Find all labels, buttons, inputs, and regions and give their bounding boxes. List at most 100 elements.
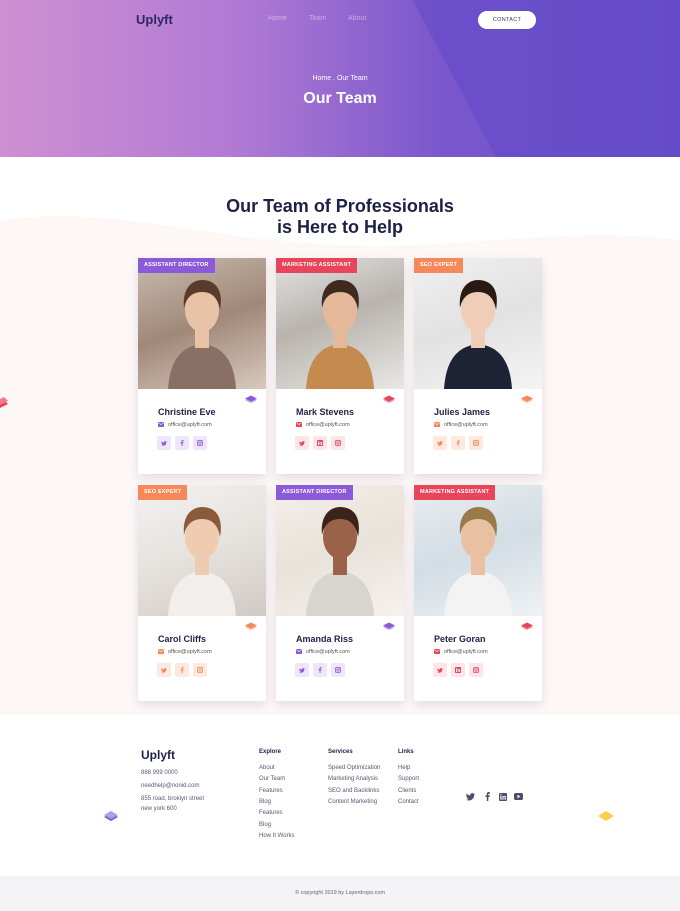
twitter-icon[interactable]	[433, 436, 447, 450]
instagram-icon[interactable]	[331, 663, 345, 677]
footer-links-heading: Links	[398, 749, 414, 755]
footer-link[interactable]: Our Team	[259, 776, 285, 782]
hero-banner: Uplyft Home Team About CONTACT Home . Ou…	[0, 0, 680, 157]
page-title: Our Team	[303, 90, 377, 107]
footer-link[interactable]: Support	[398, 776, 419, 782]
section-title-line-2: is Here to Help	[276, 217, 404, 237]
team-member-email[interactable]: office@uplyft.com	[168, 422, 212, 428]
team-card[interactable]: MARKETING ASSISTANT Mark Stevens office@up…	[276, 258, 404, 474]
team-card[interactable]: SEO EXPERT Julies James office@uplyft.com	[414, 258, 542, 474]
team-member-name: Christine Eve	[158, 407, 216, 417]
team-member-email-row[interactable]: office@uplyft.com	[434, 649, 488, 655]
breadcrumb: Home . Our Team	[312, 75, 368, 82]
twitter-icon[interactable]	[466, 792, 475, 801]
team-member-email-row[interactable]: office@uplyft.com	[434, 422, 488, 428]
twitter-icon[interactable]	[295, 436, 309, 450]
team-member-email[interactable]: office@uplyft.com	[168, 649, 212, 655]
team-member-email-row[interactable]: office@uplyft.com	[296, 649, 350, 655]
diamond-icon	[245, 395, 257, 403]
team-member-email[interactable]: office@uplyft.com	[444, 422, 488, 428]
footer-link[interactable]: Clients	[398, 788, 416, 794]
social-links	[433, 663, 483, 677]
footer-address-line-2: new york 600	[141, 806, 177, 812]
team-member-email-row[interactable]: office@uplyft.com	[158, 422, 212, 428]
team-member-email-row[interactable]: office@uplyft.com	[296, 422, 350, 428]
team-member-name: Julies James	[434, 407, 491, 417]
side-diamond-icon	[104, 811, 118, 821]
diamond-icon	[521, 395, 533, 403]
footer-link[interactable]: Help	[398, 765, 410, 771]
footer-services-heading: Services	[328, 749, 353, 755]
mail-icon	[158, 422, 164, 428]
team-card[interactable]: ASSISTANT DIRECTOR Amanda Riss office@uply…	[276, 485, 404, 701]
team-member-photo	[414, 485, 542, 616]
team-member-photo	[138, 258, 266, 389]
diamond-icon	[383, 622, 395, 630]
youtube-icon[interactable]	[514, 792, 523, 801]
instagram-icon[interactable]	[469, 663, 483, 677]
footer-link[interactable]: Blog	[259, 822, 271, 828]
social-links	[157, 663, 207, 677]
side-diamond-icon	[0, 397, 8, 408]
team-member-photo	[276, 258, 404, 389]
team-member-name: Carol Cliffs	[158, 634, 207, 644]
footer-link[interactable]: Blog	[259, 799, 271, 805]
team-member-email-row[interactable]: office@uplyft.com	[158, 649, 212, 655]
role-badge: MARKETING ASSISTANT	[414, 485, 496, 500]
team-card[interactable]: MARKETING ASSISTANT Peter Goran office@upl…	[414, 485, 542, 701]
footer-logo[interactable]: Uplyft	[141, 748, 175, 762]
twitter-icon[interactable]	[157, 663, 171, 677]
copyright: © copyright 2019 by Layerdrops.com	[295, 890, 385, 896]
diamond-icon	[521, 622, 533, 630]
footer-link[interactable]: How It Works	[259, 833, 295, 839]
instagram-icon[interactable]	[193, 436, 207, 450]
mail-icon	[296, 422, 302, 428]
instagram-icon[interactable]	[469, 436, 483, 450]
team-card[interactable]: ASSISTANT DIRECTOR Christine Eve office@up…	[138, 258, 266, 474]
team-member-name: Amanda Riss	[296, 634, 354, 644]
section-title-line-1: Our Team of Professionals	[226, 196, 454, 216]
footer-link[interactable]: Features	[259, 810, 283, 816]
linkedin-icon[interactable]	[451, 663, 465, 677]
linkedin-icon[interactable]	[498, 792, 507, 801]
social-links	[295, 436, 345, 450]
contact-button[interactable]: CONTACT	[478, 11, 536, 29]
footer-phone: 888 999 0000	[141, 770, 178, 776]
instagram-icon[interactable]	[331, 436, 345, 450]
facebook-icon[interactable]	[175, 663, 189, 677]
role-badge: SEO EXPERT	[138, 485, 188, 500]
footer-link[interactable]: SEO and Backlinks	[328, 788, 379, 794]
social-links	[295, 663, 345, 677]
footer-link[interactable]: Content Marketing	[328, 799, 377, 805]
diamond-icon	[383, 395, 395, 403]
linkedin-icon[interactable]	[313, 436, 327, 450]
facebook-icon[interactable]	[451, 436, 465, 450]
footer-link[interactable]: Marketing Analysis	[328, 776, 378, 782]
nav-about[interactable]: About	[348, 15, 366, 22]
footer-link[interactable]: Speed Optimization	[328, 765, 380, 771]
facebook-icon[interactable]	[313, 663, 327, 677]
twitter-icon[interactable]	[157, 436, 171, 450]
twitter-icon[interactable]	[295, 663, 309, 677]
social-links	[433, 436, 483, 450]
nav-home[interactable]: Home	[268, 15, 287, 22]
instagram-icon[interactable]	[193, 663, 207, 677]
mail-icon	[158, 649, 164, 655]
team-card[interactable]: SEO EXPERT Carol Cliffs office@uplyft.com	[138, 485, 266, 701]
footer-link[interactable]: Contact	[398, 799, 419, 805]
footer-link[interactable]: Features	[259, 788, 283, 794]
footer-link[interactable]: About	[259, 765, 275, 771]
facebook-icon[interactable]	[483, 792, 492, 801]
team-member-email[interactable]: office@uplyft.com	[444, 649, 488, 655]
nav-team[interactable]: Team	[309, 15, 326, 22]
mail-icon	[434, 649, 440, 655]
mail-icon	[296, 649, 302, 655]
logo[interactable]: Uplyft	[136, 12, 173, 27]
social-links	[157, 436, 207, 450]
footer-address-line-1: 855 road, broklyn street	[141, 796, 205, 802]
facebook-icon[interactable]	[175, 436, 189, 450]
team-member-email[interactable]: office@uplyft.com	[306, 422, 350, 428]
footer-email[interactable]: needhelp@nonid.com	[141, 783, 199, 789]
twitter-icon[interactable]	[433, 663, 447, 677]
team-member-email[interactable]: office@uplyft.com	[306, 649, 350, 655]
